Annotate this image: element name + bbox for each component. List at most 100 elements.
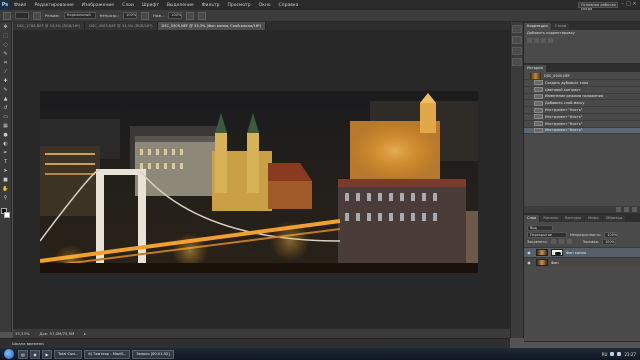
quick-select-tool-icon[interactable]: ✎	[1, 50, 11, 58]
tab-adjustments[interactable]: Коррекция	[524, 23, 551, 30]
layer-row[interactable]: ◉ Фон копия	[524, 247, 640, 258]
history-snapshot[interactable]: DSC_0905.NEF	[524, 72, 640, 80]
marquee-tool-icon[interactable]: ⬚	[1, 32, 11, 40]
healing-tool-icon[interactable]: ✚	[1, 77, 11, 85]
history-item[interactable]: Инструмент "Кисть"	[524, 107, 640, 114]
properties-panel-icon[interactable]	[512, 36, 522, 44]
levels-icon[interactable]	[534, 38, 539, 43]
menu-item[interactable]: Выделение	[163, 3, 198, 8]
flow-field[interactable]: 100%	[168, 12, 183, 19]
crop-tool-icon[interactable]: ⌗	[1, 59, 11, 67]
history-item[interactable]: Изменение режима наложения	[524, 93, 640, 101]
history-item[interactable]: Инструмент "Кисть"	[524, 121, 640, 128]
visibility-eye-icon[interactable]: ◉	[526, 260, 532, 265]
hand-tool-icon[interactable]: ✋	[1, 185, 11, 193]
lasso-tool-icon[interactable]: ◌	[1, 41, 11, 49]
media-icon[interactable]: ▶	[42, 349, 52, 359]
menu-item[interactable]: Редактирование	[30, 3, 77, 8]
zoom-tool-icon[interactable]: ⚲	[1, 194, 11, 202]
browser-icon[interactable]: ◉	[30, 349, 40, 359]
pressure-size-icon[interactable]	[198, 11, 207, 20]
trash-icon[interactable]	[632, 207, 637, 213]
path-select-tool-icon[interactable]: ➤	[1, 167, 11, 175]
tab-styles[interactable]: Стили	[551, 23, 570, 30]
explorer-icon[interactable]: ▤	[18, 349, 28, 359]
menu-item[interactable]: Фильтр	[198, 3, 224, 8]
mode-select[interactable]: Нормальный	[63, 12, 96, 19]
shape-tool-icon[interactable]: ■	[1, 176, 11, 184]
canvas-area[interactable]	[13, 30, 510, 328]
menu-item[interactable]: Слои	[118, 3, 138, 8]
brush-tool-icon[interactable]: ✎	[1, 86, 11, 94]
dodge-tool-icon[interactable]: ◐	[1, 140, 11, 148]
curves-icon[interactable]	[541, 38, 546, 43]
close-icon[interactable]: ×	[632, 1, 637, 8]
history-item[interactable]: Цветовой контраст	[524, 87, 640, 94]
menu-item[interactable]: Просмотр	[223, 3, 254, 8]
gradient-tool-icon[interactable]: ▦	[1, 122, 11, 130]
history-item[interactable]: Добавить слой-маску	[524, 100, 640, 108]
workspace-select[interactable]: Основная рабочая среда	[578, 2, 618, 11]
history-brush-tool-icon[interactable]: ↺	[1, 104, 11, 112]
tab-history[interactable]: История	[524, 65, 546, 72]
blend-mode-select[interactable]: Перекрытие	[527, 232, 567, 238]
language-indicator[interactable]: RU	[602, 352, 608, 357]
brush-panel-icon[interactable]	[33, 11, 41, 20]
taskbar-button[interactable]: 6) Тамтеор - Mozill...	[84, 349, 131, 359]
layer-fill-field[interactable]: 100%	[602, 239, 617, 245]
background-color-swatch[interactable]	[3, 212, 10, 218]
network-icon[interactable]	[610, 352, 615, 356]
tab-channels[interactable]: Каналы	[540, 215, 561, 223]
pressure-opacity-icon[interactable]	[141, 11, 149, 20]
brush-preset-icon[interactable]	[3, 11, 11, 20]
new-snapshot-icon[interactable]	[624, 207, 629, 213]
type-tool-icon[interactable]: T	[1, 158, 11, 166]
layer-row[interactable]: ◉ Фон	[524, 257, 640, 268]
history-panel-icon[interactable]	[512, 25, 522, 33]
move-tool-icon[interactable]: ✥	[1, 23, 11, 31]
status-menu-arrow-icon[interactable]: ▸	[84, 331, 86, 336]
eyedropper-tool-icon[interactable]: ⁄	[1, 68, 11, 76]
blur-tool-icon[interactable]: ●	[1, 131, 11, 139]
maximize-icon[interactable]: □	[626, 1, 631, 8]
start-button[interactable]	[4, 349, 14, 359]
actions-panel-icon[interactable]	[512, 47, 522, 55]
document-photo[interactable]	[40, 91, 478, 273]
eraser-tool-icon[interactable]: ▭	[1, 113, 11, 121]
document-tab[interactable]: DSC_0905.NEF @ 33,3% (Фон копия, Слой-ма…	[157, 22, 267, 30]
volume-icon[interactable]	[617, 352, 622, 356]
new-document-from-state-icon[interactable]	[616, 207, 621, 213]
layer-kind-filter[interactable]: Вид	[527, 225, 553, 231]
menu-item[interactable]: Изображение	[78, 3, 118, 8]
taskbar-button[interactable]: Запись [00:01:52]	[132, 349, 174, 359]
pen-tool-icon[interactable]: ✒	[1, 149, 11, 157]
minimize-icon[interactable]: –	[620, 1, 625, 8]
menu-item[interactable]: Файл	[10, 3, 30, 8]
history-item[interactable]: Инструмент "Кисть"	[524, 114, 640, 121]
document-tab[interactable]: DSC_2768.NEF @ 33,3% (RGB/16*)	[13, 22, 86, 30]
menu-item[interactable]: Справка	[275, 3, 303, 8]
tab-paths[interactable]: Контуры	[561, 215, 585, 223]
history-item[interactable]: Инструмент "Кисть"	[524, 127, 640, 135]
history-item[interactable]: Создать дубликат слоя	[524, 80, 640, 87]
timeline-label[interactable]: Шкала времени	[12, 341, 44, 346]
opacity-field[interactable]: 100%	[123, 12, 137, 19]
brush-size-field[interactable]	[15, 12, 29, 19]
document-tab[interactable]: DSC_0005.NEF @ 33,3% (RGB/16*)	[85, 22, 158, 30]
layer-opacity-field[interactable]: 100%	[604, 232, 619, 238]
brightness-icon[interactable]	[527, 38, 532, 43]
lock-pixels-icon[interactable]	[550, 239, 556, 245]
tab-swatches[interactable]: Образцы	[602, 215, 626, 223]
layer-mask-thumbnail[interactable]	[551, 249, 563, 257]
zoom-level[interactable]: 33,33%	[15, 331, 29, 336]
exposure-icon[interactable]	[548, 38, 553, 43]
clone-stamp-tool-icon[interactable]: ▲	[1, 95, 11, 103]
lock-all-icon[interactable]	[566, 239, 572, 245]
menu-item[interactable]: Окно	[255, 3, 275, 8]
brush-panel-icon[interactable]	[512, 58, 522, 66]
clock[interactable]: 23:27	[624, 352, 636, 357]
airbrush-icon[interactable]	[186, 11, 195, 20]
lock-position-icon[interactable]	[558, 239, 564, 245]
tab-info[interactable]: Инфо	[585, 215, 602, 223]
taskbar-button[interactable]: Total Сом...	[54, 349, 83, 359]
